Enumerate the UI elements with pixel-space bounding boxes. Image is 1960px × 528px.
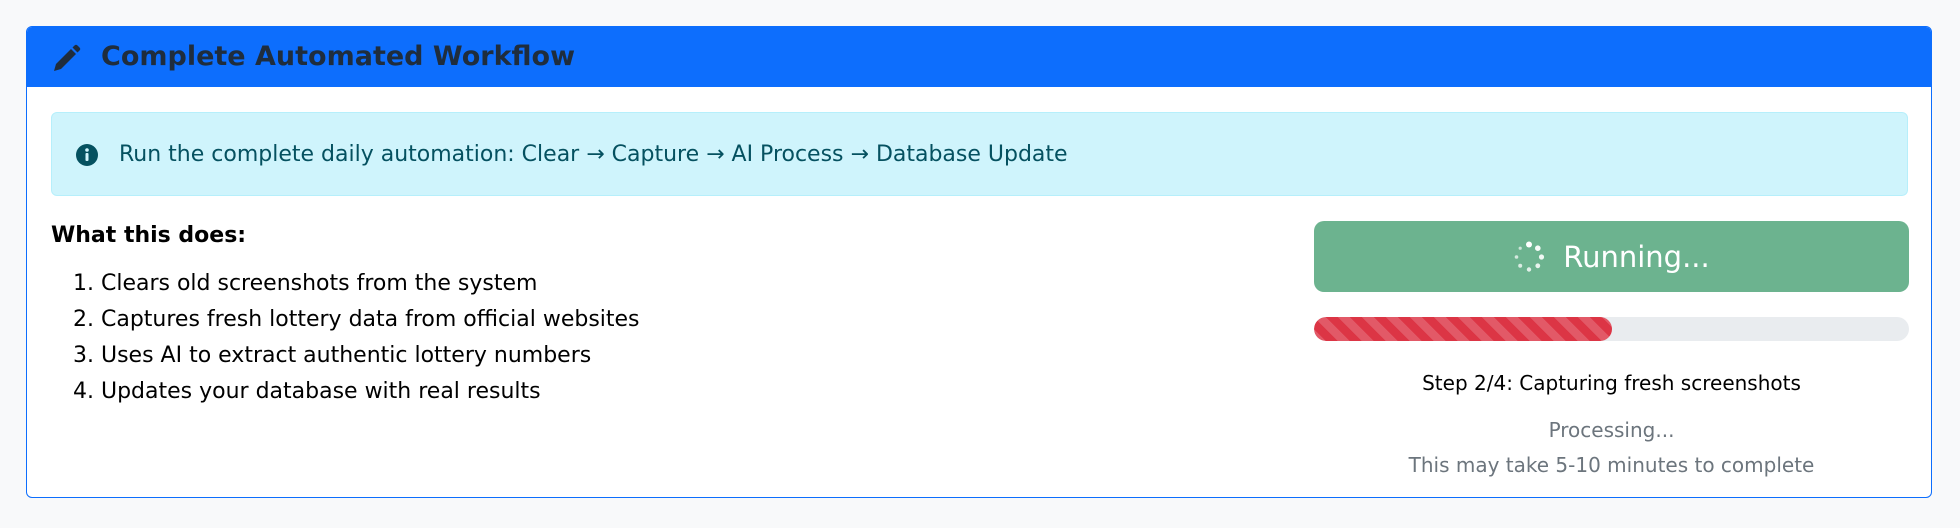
alert-text: Run the complete daily automation: Clear… xyxy=(119,142,1068,167)
description-section: What this does: 1. Clears old screenshot… xyxy=(51,221,1051,410)
list-item: 3. Uses AI to extract authentic lottery … xyxy=(73,343,592,368)
spinner-icon xyxy=(1514,241,1545,272)
duration-note: This may take 5-10 minutes to complete xyxy=(1408,453,1815,477)
processing-text: Processing... xyxy=(1548,418,1675,442)
card-header: Complete Automated Workflow xyxy=(27,27,1931,87)
run-workflow-button[interactable]: Running... xyxy=(1314,221,1909,292)
pencil-icon xyxy=(54,44,81,71)
workflow-card: Complete Automated Workflow Run the comp… xyxy=(26,26,1932,498)
list-item: 1. Clears old screenshots from the syste… xyxy=(73,271,538,296)
steps-list: 1. Clears old screenshots from the syste… xyxy=(51,266,1051,410)
progress-bar xyxy=(1314,317,1909,341)
run-button-label: Running... xyxy=(1563,239,1710,274)
info-alert: Run the complete daily automation: Clear… xyxy=(51,112,1908,196)
description-heading: What this does: xyxy=(51,223,247,248)
card-title: Complete Automated Workflow xyxy=(101,41,576,72)
progress-fill xyxy=(1314,317,1612,341)
runner-section: Running... Step 2/4: Capturing fresh scr… xyxy=(1314,221,1909,483)
list-item: 4. Updates your database with real resul… xyxy=(73,379,541,404)
step-status: Step 2/4: Capturing fresh screenshots xyxy=(1422,371,1801,395)
info-circle-icon xyxy=(76,144,98,166)
list-item: 2. Captures fresh lottery data from offi… xyxy=(73,307,640,332)
